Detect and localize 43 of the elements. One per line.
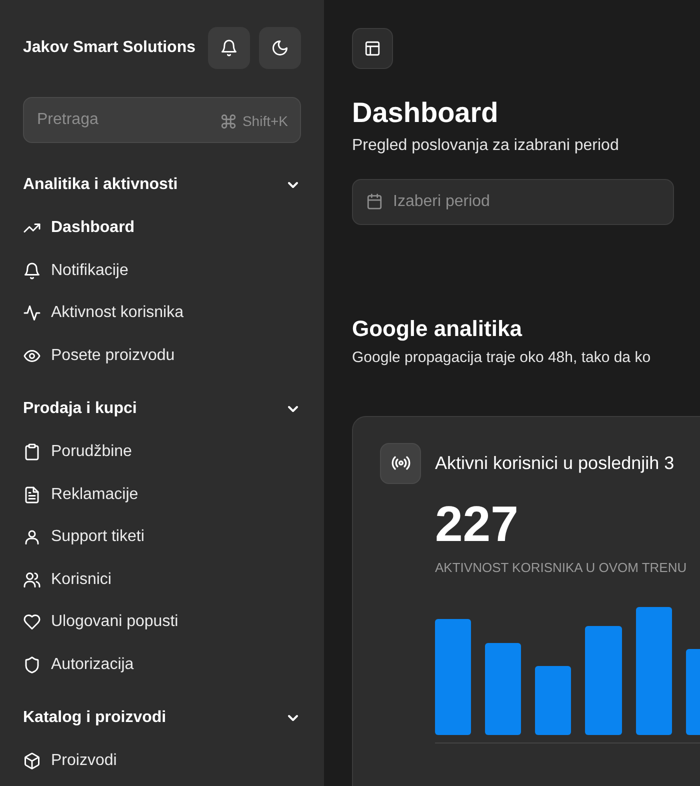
broadcast-icon bbox=[390, 453, 410, 473]
shield-icon bbox=[23, 656, 41, 674]
section-heading: Katalog i proizvodi bbox=[23, 708, 166, 728]
bell-icon bbox=[220, 39, 238, 57]
nav-link[interactable]: Reklamacije bbox=[51, 482, 138, 507]
nav-link[interactable]: Korisnici bbox=[51, 568, 112, 592]
user-icon bbox=[23, 528, 41, 546]
nav-link[interactable]: Posete proizvodu bbox=[51, 344, 175, 368]
card-title: Aktivni korisnici u poslednjih 3 bbox=[435, 452, 674, 475]
date-picker-field[interactable]: Izaberi period bbox=[352, 179, 674, 225]
nav-link[interactable]: Aktivnost korisnika bbox=[51, 301, 184, 326]
section-heading: Analitika i aktivnosti bbox=[23, 175, 178, 195]
metric-caption: AKTIVNOST KORISNIKA U OVOM TRENU bbox=[435, 558, 688, 576]
page-title: Dashboard bbox=[352, 96, 500, 130]
notifications-button[interactable] bbox=[208, 27, 250, 69]
bell-icon bbox=[23, 262, 41, 280]
nav-link[interactable]: Ulogovani popusti bbox=[51, 610, 178, 634]
metric-value: 227 bbox=[435, 496, 520, 552]
nav-link[interactable]: Dashboard bbox=[51, 216, 135, 240]
section-description: Google propagacija traje oko 48h, tako da ko bbox=[352, 348, 652, 368]
bar bbox=[535, 666, 571, 735]
section-title: Google analitika bbox=[352, 315, 524, 343]
page-subtitle: Pregled poslovanja za izabrani period bbox=[352, 136, 620, 156]
cube-icon bbox=[23, 752, 41, 770]
document-icon bbox=[23, 486, 41, 504]
nav-link[interactable]: Porudžbine bbox=[51, 440, 132, 464]
users-icon bbox=[23, 570, 41, 589]
nav-link[interactable]: Proizvodi bbox=[51, 749, 117, 774]
layout-icon bbox=[364, 40, 381, 57]
command-key-icon bbox=[220, 113, 238, 130]
nav-link[interactable]: Notifikacije bbox=[51, 258, 128, 283]
theme-toggle-button[interactable] bbox=[259, 27, 301, 69]
layout-toggle-button[interactable] bbox=[352, 28, 393, 69]
moon-icon bbox=[271, 39, 289, 57]
pulse-icon bbox=[23, 304, 41, 322]
calendar-icon bbox=[366, 193, 383, 210]
clipboard-icon bbox=[23, 443, 41, 462]
nav-link[interactable]: Support tiketi bbox=[51, 525, 144, 550]
heart-icon bbox=[23, 613, 41, 632]
shortcut-hint: Shift+K bbox=[242, 112, 288, 131]
nav-link[interactable]: Autorizacija bbox=[51, 652, 134, 677]
app-title: Jakov Smart Solutions bbox=[23, 38, 196, 58]
section-heading: Prodaja i kupci bbox=[23, 399, 137, 419]
